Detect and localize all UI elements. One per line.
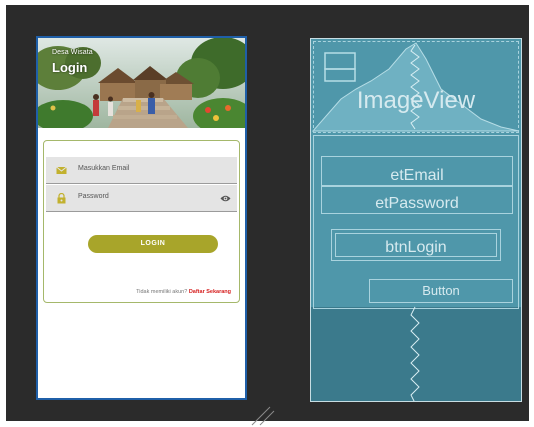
register-prompt-text: Tidak memiliki akun? bbox=[136, 289, 188, 295]
login-button[interactable]: LOGIN bbox=[88, 235, 218, 253]
header-image: Desa Wisata Login bbox=[38, 38, 245, 128]
mail-icon bbox=[56, 166, 67, 174]
resize-handle-icon[interactable] bbox=[248, 403, 278, 427]
lock-icon bbox=[57, 193, 66, 204]
etpassword-label: etPassword bbox=[375, 195, 459, 212]
register-prompt: Tidak memiliki akun? Daftar Sekarang bbox=[136, 289, 231, 295]
vertical-constraint-icon bbox=[410, 307, 420, 401]
register-link[interactable]: Daftar Sekarang bbox=[189, 289, 231, 295]
blueprint-view[interactable]: ImageView etEmail etPassword btnLogin Bu… bbox=[310, 38, 522, 402]
password-placeholder: Password bbox=[78, 193, 109, 200]
imageview-label: ImageView bbox=[356, 87, 476, 114]
layout-editor-canvas: Desa Wisata Login Masukkan Email Passwor… bbox=[6, 5, 529, 426]
design-preview[interactable]: Desa Wisata Login Masukkan Email Passwor… bbox=[36, 36, 247, 400]
etemail-label: etEmail bbox=[390, 167, 444, 184]
eye-icon[interactable] bbox=[220, 194, 231, 203]
email-field[interactable]: Masukkan Email bbox=[46, 157, 237, 184]
button-label: Button bbox=[422, 283, 460, 298]
login-card: Masukkan Email Password LOGIN Tidak memi… bbox=[43, 140, 240, 303]
email-placeholder: Masukkan Email bbox=[78, 165, 130, 172]
btnlogin-label: btnLogin bbox=[385, 239, 447, 256]
header-title: Login bbox=[52, 60, 88, 75]
header-subtitle: Desa Wisata bbox=[52, 49, 93, 56]
password-field[interactable]: Password bbox=[46, 185, 237, 212]
